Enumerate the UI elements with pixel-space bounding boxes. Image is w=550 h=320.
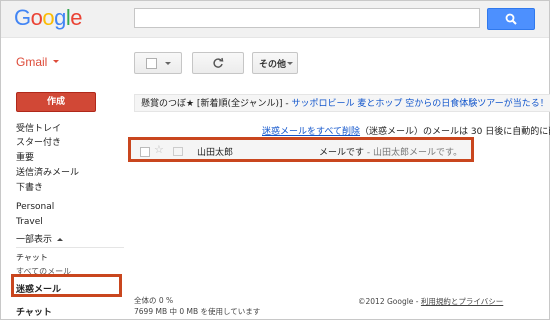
spam-notice: 迷惑メールをすべて削除（迷惑メール）のメールは 30 日後に自動的に削	[262, 124, 550, 137]
select-button[interactable]	[134, 52, 182, 74]
sidebar-item-show-less[interactable]: 一部表示	[16, 232, 63, 245]
sidebar-item-travel[interactable]: Travel	[16, 217, 43, 227]
logo-letter: e	[70, 5, 83, 30]
message-row[interactable]: ☆ 山田太郎 メールです - 山田太郎メールです。	[128, 137, 474, 162]
highlight-box-spam	[11, 274, 122, 297]
storage-usage-detail: 7699 MB 中 0 MB を使用しています	[134, 307, 261, 316]
sidebar-item-inbox[interactable]: 受信トレイ	[16, 121, 61, 134]
message-snippet: - 山田太郎メールです。	[364, 148, 463, 158]
chevron-up-icon	[56, 238, 63, 241]
google-logo[interactable]: Google	[14, 5, 83, 31]
sidebar-chat-heading: チャット	[16, 308, 52, 318]
search-button[interactable]	[487, 8, 535, 30]
refresh-button[interactable]	[192, 52, 244, 74]
delete-all-spam-link[interactable]: 迷惑メールをすべて削除	[262, 127, 360, 137]
sidebar-item-important[interactable]: 重要	[16, 150, 34, 163]
sidebar-item-drafts[interactable]: 下書き	[16, 180, 43, 193]
important-marker-icon[interactable]	[173, 147, 183, 156]
message-subject: メールです - 山田太郎メールです。	[319, 145, 462, 158]
sidebar-item-sent[interactable]: 送信済みメール	[16, 165, 79, 178]
more-button-label: その他	[259, 60, 287, 70]
chevron-down-icon[interactable]	[53, 60, 59, 63]
sidebar-item-starred[interactable]: スター付き	[16, 135, 61, 148]
logo-letter: G	[14, 5, 31, 30]
search-icon	[505, 13, 517, 25]
sidebar-item-personal[interactable]: Personal	[16, 202, 54, 212]
row-checkbox[interactable]	[140, 147, 150, 157]
terms-privacy-link[interactable]: 利用規約とプライバシー	[421, 297, 503, 306]
sidebar-item-chats[interactable]: チャット	[16, 252, 48, 263]
message-subject-text: メールです	[319, 148, 365, 158]
footer-copyright: ©2012 Google - 利用規約とプライバシー	[358, 296, 503, 307]
search-input[interactable]	[134, 8, 480, 28]
message-sender: 山田太郎	[197, 148, 234, 158]
gmail-menu-label[interactable]: Gmail	[16, 55, 47, 69]
refresh-icon	[213, 57, 224, 68]
chevron-down-icon	[287, 62, 293, 65]
sidebar-item-label: 一部表示	[16, 235, 53, 245]
copyright-text: ©2012 Google -	[358, 297, 421, 306]
logo-letter: g	[54, 5, 66, 30]
chevron-down-icon	[165, 62, 171, 65]
checkbox-icon	[146, 58, 157, 69]
logo-letter: o	[30, 5, 43, 30]
web-clip-separator: -	[282, 99, 292, 109]
storage-usage: 全体の 0 % 7699 MB 中 0 MB を使用しています	[134, 295, 260, 317]
web-clip-source: 懸賞のつぼ★ [新着順(全ジャンル)]	[141, 99, 283, 109]
web-clip-headline[interactable]: サッポロビール 麦とホップ 空からの日食体験ツアーが当たる！ -	[292, 99, 550, 109]
storage-usage-title: 全体の 0 %	[134, 296, 174, 305]
spam-notice-text: （迷惑メール）のメールは 30 日後に自動的に削	[360, 127, 550, 137]
sidebar-divider	[16, 247, 124, 248]
web-clip-bar[interactable]: 懸賞のつぼ★ [新着順(全ジャンル)] - サッポロビール 麦とホップ 空からの…	[134, 94, 550, 112]
star-icon[interactable]: ☆	[154, 143, 164, 156]
compose-button[interactable]: 作成	[16, 92, 96, 112]
more-button[interactable]: その他	[252, 52, 298, 74]
logo-letter: o	[42, 5, 55, 30]
